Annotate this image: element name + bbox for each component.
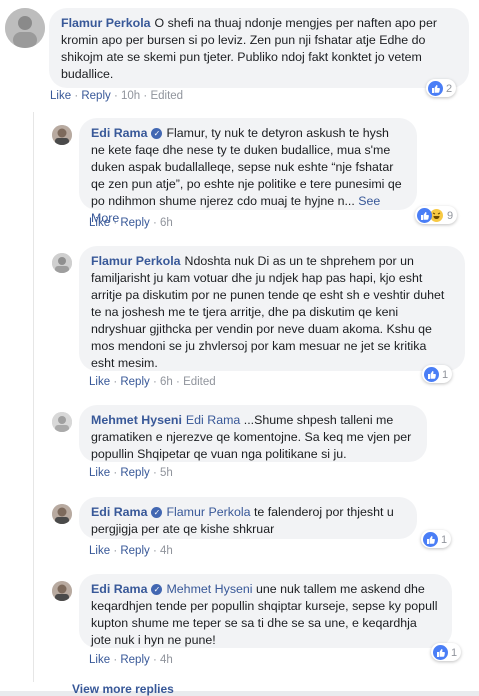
avatar[interactable] [52,125,72,145]
like-link[interactable]: Like [89,467,110,479]
timestamp[interactable]: 10h [121,90,140,102]
timestamp[interactable]: 4h [160,545,173,557]
reply-link[interactable]: Reply [120,376,149,388]
avatar[interactable] [52,253,72,273]
mention-link[interactable]: Flamur Perkola [166,505,250,519]
timestamp[interactable]: 4h [160,654,173,666]
avatar-photo-icon [52,125,72,145]
timestamp[interactable]: 6h [160,217,173,229]
reactions-badge[interactable]: 1 [431,643,462,661]
reply-link[interactable]: Reply [120,545,149,557]
author-name[interactable]: Flamur Perkola [91,254,181,268]
reply-link[interactable]: Reply [120,217,149,229]
verified-badge-icon: ✓ [151,128,163,139]
author-name[interactable]: Edi Rama [91,582,147,596]
verified-badge-icon: ✓ [151,584,163,595]
comment-actions: Like · Reply · 6h [89,217,173,229]
mention-link[interactable]: Mehmet Hyseni [166,582,252,596]
reply-link[interactable]: Reply [120,654,149,666]
verified-badge-icon: ✓ [151,507,163,518]
thumbs-up-icon [417,208,432,223]
edited-label[interactable]: Edited [150,90,183,102]
reactions-badge[interactable]: 9 [415,206,458,224]
reaction-count: 1 [441,533,448,546]
comment-actions: Like · Reply · 4h [89,654,173,666]
author-name[interactable]: Flamur Perkola [61,16,151,30]
author-name[interactable]: Edi Rama [91,505,147,519]
comment-bubble: Flamur Perkola Ndoshta nuk Di as un te sh… [79,246,465,371]
like-link[interactable]: Like [89,376,110,388]
reaction-count: 9 [447,209,454,222]
reactions-badge[interactable]: 1 [421,530,452,548]
comments-panel: Flamur Perkola O shefi na thuaj ndonje me… [0,0,479,696]
comment-actions: Like · Reply · 6h · Edited [89,376,216,388]
like-link[interactable]: Like [89,545,110,557]
like-link[interactable]: Like [89,654,110,666]
thumbs-up-icon [433,645,448,660]
comment-bubble: Edi Rama ✓ Flamur, ty nuk te detyron askus… [79,118,417,225]
comment-actions: Like · Reply · 5h [89,467,173,479]
author-name[interactable]: Edi Rama [91,126,147,140]
thumbs-up-icon [428,81,443,96]
comment-text: Ndoshta nuk Di as un te shprehem por un … [91,254,445,370]
mention-link[interactable]: Edi Rama [186,413,240,427]
avatar[interactable] [52,581,72,601]
comment-bubble: Edi Rama ✓ Mehmet Hyseni une nuk tallem me… [79,574,452,648]
timestamp[interactable]: 6h [160,376,173,388]
reaction-count: 2 [446,82,453,95]
view-more-replies-link[interactable]: View more replies [72,682,174,696]
thumbs-up-icon [423,532,438,547]
reaction-count: 1 [451,646,458,659]
avatar-photo-icon [5,8,45,48]
comment-bubble: Flamur Perkola O shefi na thuaj ndonje me… [49,8,469,88]
comment-bubble: Edi Rama ✓ Flamur Perkola te falenderoj po… [79,497,417,539]
avatar[interactable] [5,8,45,48]
reply-link[interactable]: Reply [120,467,149,479]
like-link[interactable]: Like [50,90,71,102]
reactions-badge[interactable]: 2 [426,79,457,97]
comment-actions: Like · Reply · 10h · Edited [50,90,184,102]
timestamp[interactable]: 5h [160,467,173,479]
avatar-photo-icon [52,581,72,601]
reactions-badge[interactable]: 1 [422,365,453,383]
author-name[interactable]: Mehmet Hyseni [91,413,182,427]
reaction-count: 1 [442,368,449,381]
avatar-photo-icon [52,504,72,524]
edited-label[interactable]: Edited [183,376,216,388]
avatar[interactable] [52,412,72,432]
like-link[interactable]: Like [89,217,110,229]
thumbs-up-icon [424,367,439,382]
thread-line [33,112,34,682]
avatar-photo-icon [52,412,72,432]
avatar[interactable] [52,504,72,524]
avatar-photo-icon [52,253,72,273]
reply-link[interactable]: Reply [81,90,110,102]
comment-actions: Like · Reply · 4h [89,545,173,557]
comment-bubble: Mehmet Hyseni Edi Rama ...Shume shpesh ta… [79,405,427,462]
